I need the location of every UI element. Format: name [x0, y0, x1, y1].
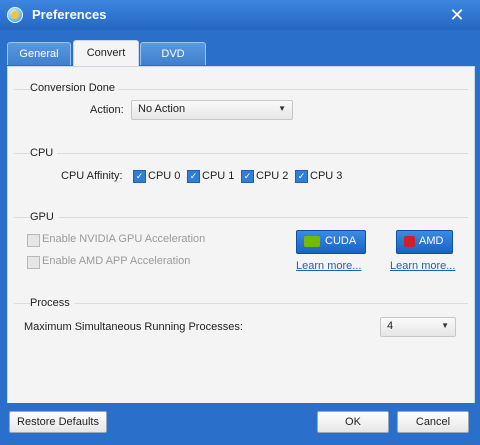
cancel-button[interactable]: Cancel [397, 411, 469, 433]
title-bar: Preferences ✕ [0, 0, 480, 30]
restore-defaults-button[interactable]: Restore Defaults [9, 411, 107, 433]
window-title: Preferences [32, 7, 107, 22]
action-value: No Action [138, 103, 186, 115]
close-icon[interactable]: ✕ [447, 5, 467, 25]
app-icon [7, 7, 23, 23]
cpu1-checkbox[interactable]: ✓ [187, 170, 200, 183]
tab-strip: General Convert DVD [0, 30, 480, 67]
max-processes-dropdown[interactable]: 4 ▼ [380, 317, 456, 337]
max-processes-label: Maximum Simultaneous Running Processes: [24, 321, 243, 333]
cpu0-label: CPU 0 [148, 170, 181, 182]
max-processes-value: 4 [387, 320, 394, 332]
learn-more-amd-link[interactable]: Learn more... [390, 260, 455, 272]
amd-checkbox[interactable] [27, 256, 40, 269]
cpu3-label: CPU 3 [310, 170, 343, 182]
preferences-window: Preferences ✕ General Convert DVD Conver… [0, 0, 480, 445]
nvidia-logo-icon [304, 236, 320, 247]
tab-general[interactable]: General [7, 42, 71, 65]
amd-button[interactable]: AMD [396, 230, 453, 254]
cpu3-checkbox[interactable]: ✓ [295, 170, 308, 183]
learn-more-cuda-link[interactable]: Learn more... [296, 260, 361, 272]
cuda-button[interactable]: CUDA [296, 230, 366, 254]
cpu-affinity-label: CPU Affinity: [61, 170, 123, 182]
convert-panel: Conversion Done Action: No Action ▼ CPU … [7, 66, 475, 405]
section-gpu: GPU [30, 211, 58, 223]
tab-convert[interactable]: Convert [73, 40, 139, 67]
tab-dvd[interactable]: DVD [140, 42, 206, 65]
ok-button[interactable]: OK [317, 411, 389, 433]
cpu1-label: CPU 1 [202, 170, 235, 182]
section-process: Process [30, 297, 74, 309]
section-conversion-done: Conversion Done [30, 82, 119, 94]
nvidia-checkbox[interactable] [27, 234, 40, 247]
action-label: Action: [90, 104, 124, 116]
amd-label: Enable AMD APP Acceleration [42, 255, 191, 267]
footer-bar: Restore Defaults OK Cancel [0, 403, 480, 445]
nvidia-label: Enable NVIDIA GPU Acceleration [42, 233, 206, 245]
amd-button-label: AMD [419, 235, 444, 247]
cpu2-label: CPU 2 [256, 170, 289, 182]
section-cpu: CPU [30, 147, 58, 159]
action-dropdown[interactable]: No Action ▼ [131, 100, 293, 120]
chevron-down-icon: ▼ [278, 104, 286, 113]
cpu2-checkbox[interactable]: ✓ [241, 170, 254, 183]
chevron-down-icon: ▼ [441, 321, 449, 330]
amd-logo-icon [404, 236, 415, 247]
cpu0-checkbox[interactable]: ✓ [133, 170, 146, 183]
cuda-button-label: CUDA [325, 235, 357, 247]
